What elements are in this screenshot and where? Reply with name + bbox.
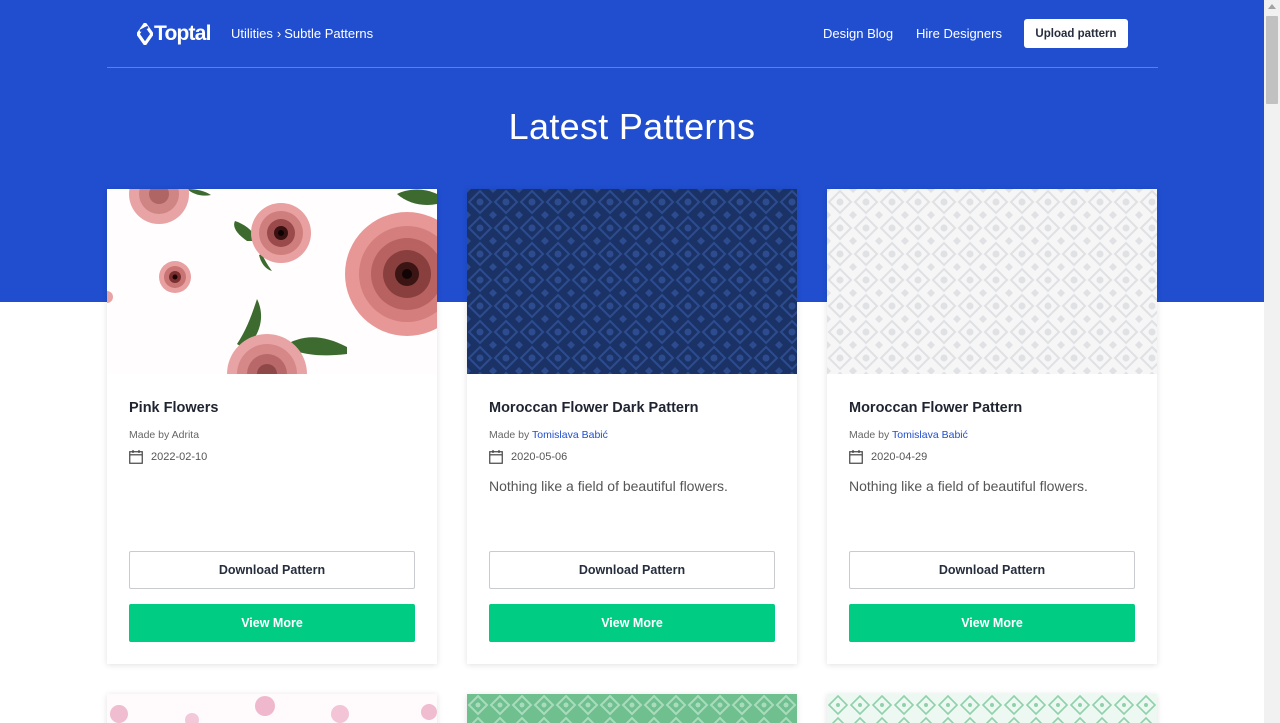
breadcrumb-subtle-patterns[interactable]: Subtle Patterns xyxy=(284,26,373,41)
pattern-card-next-row[interactable] xyxy=(107,694,437,723)
card-date: 2020-04-29 xyxy=(849,450,1135,464)
date-value: 2022-02-10 xyxy=(151,451,208,463)
nav-hire-designers[interactable]: Hire Designers xyxy=(916,26,1002,41)
card-body: Moroccan Flower Pattern Made by Tomislav… xyxy=(849,374,1135,494)
card-date: 2022-02-10 xyxy=(129,450,415,464)
pattern-card-next-row[interactable] xyxy=(827,694,1157,723)
pattern-card-next-row[interactable] xyxy=(467,694,797,723)
view-more-button[interactable]: View More xyxy=(129,604,415,642)
download-pattern-button[interactable]: Download Pattern xyxy=(489,551,775,589)
made-by-label: Made by xyxy=(849,429,892,441)
toptal-logo-icon xyxy=(137,23,153,45)
scroll-up-arrow-icon[interactable] xyxy=(1268,4,1276,9)
card-author: Made by Tomislava Babić xyxy=(489,429,775,441)
download-pattern-button[interactable]: Download Pattern xyxy=(129,551,415,589)
card-title[interactable]: Moroccan Flower Dark Pattern xyxy=(489,400,775,416)
toptal-logo[interactable]: Toptal xyxy=(137,22,211,46)
card-title[interactable]: Pink Flowers xyxy=(129,400,415,416)
pattern-preview-moroccan-dark[interactable] xyxy=(467,189,797,374)
pattern-card: Pink Flowers Made by Adrita 2022-02-10 D… xyxy=(107,189,437,664)
card-description: Nothing like a field of beautiful flower… xyxy=(849,478,1088,494)
pattern-preview-green-light xyxy=(827,694,1157,723)
pattern-preview-pink-flowers[interactable] xyxy=(107,189,437,374)
nav-design-blog[interactable]: Design Blog xyxy=(823,26,893,41)
page-scrollbar[interactable] xyxy=(1264,0,1280,723)
pattern-preview-green-geo xyxy=(467,694,797,723)
pattern-preview-pink-dots xyxy=(107,694,437,723)
pattern-card: Moroccan Flower Pattern Made by Tomislav… xyxy=(827,189,1157,664)
chevron-right-icon: › xyxy=(276,26,282,41)
scrollbar-thumb[interactable] xyxy=(1266,16,1278,104)
date-value: 2020-05-06 xyxy=(511,451,568,463)
view-more-button[interactable]: View More xyxy=(489,604,775,642)
calendar-icon xyxy=(849,450,863,464)
breadcrumb: Utilities › Subtle Patterns xyxy=(231,26,373,41)
breadcrumb-utilities[interactable]: Utilities xyxy=(231,26,273,41)
pattern-card: Moroccan Flower Dark Pattern Made by Tom… xyxy=(467,189,797,664)
logo-text: Toptal xyxy=(154,22,211,45)
view-more-button[interactable]: View More xyxy=(849,604,1135,642)
author-link[interactable]: Tomislava Babić xyxy=(532,429,608,441)
made-by-label: Made by xyxy=(489,429,532,441)
upload-pattern-button[interactable]: Upload pattern xyxy=(1024,19,1128,48)
author-name: Adrita xyxy=(171,429,200,441)
card-author: Made by Tomislava Babić xyxy=(849,429,1135,441)
card-body: Pink Flowers Made by Adrita 2022-02-10 xyxy=(129,374,415,464)
card-title[interactable]: Moroccan Flower Pattern xyxy=(849,400,1135,416)
card-date: 2020-05-06 xyxy=(489,450,775,464)
card-body: Moroccan Flower Dark Pattern Made by Tom… xyxy=(489,374,775,494)
download-pattern-button[interactable]: Download Pattern xyxy=(849,551,1135,589)
pattern-preview-moroccan-light[interactable] xyxy=(827,189,1157,374)
calendar-icon xyxy=(129,450,143,464)
page-title: Latest Patterns xyxy=(508,106,756,147)
author-link[interactable]: Tomislava Babić xyxy=(892,429,968,441)
card-author: Made by Adrita xyxy=(129,429,415,441)
card-description: Nothing like a field of beautiful flower… xyxy=(489,478,728,494)
calendar-icon xyxy=(489,450,503,464)
made-by-label: Made by xyxy=(129,429,172,441)
top-navigation: Toptal Utilities › Subtle Patterns Desig… xyxy=(107,0,1158,68)
date-value: 2020-04-29 xyxy=(871,451,928,463)
